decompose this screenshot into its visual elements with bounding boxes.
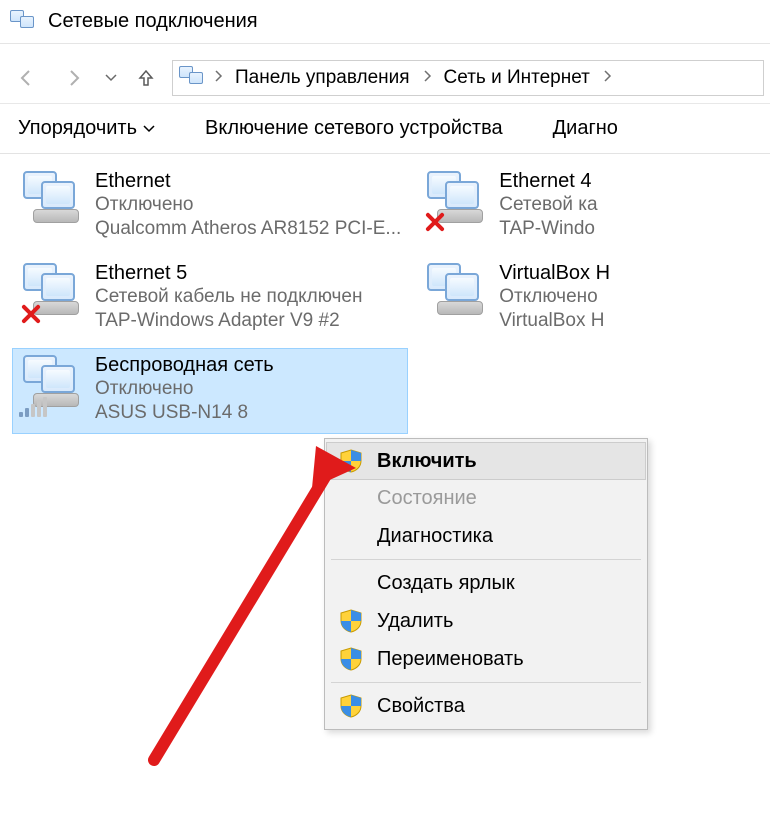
chevron-right-icon[interactable]	[422, 69, 432, 86]
connection-status: Сетевой кабель не подключен	[95, 285, 362, 309]
menu-item-properties[interactable]: Свойства	[327, 687, 645, 725]
uac-shield-icon	[333, 449, 369, 473]
adapter-icon	[19, 261, 83, 325]
menu-item-label: Создать ярлык	[377, 572, 515, 595]
breadcrumb-control-panel[interactable]: Панель управления	[229, 67, 416, 89]
adapter-icon	[19, 169, 83, 233]
menu-item-diagnose[interactable]: Диагностика	[327, 517, 645, 555]
adapter-icon	[423, 261, 487, 325]
menu-item-create-shortcut[interactable]: Создать ярлык	[327, 564, 645, 602]
diagnose-label: Диагно	[553, 117, 618, 140]
connection-status: Сетевой ка	[499, 193, 597, 217]
uac-shield-icon	[333, 609, 369, 633]
organize-label: Упорядочить	[18, 117, 137, 140]
uac-shield-icon	[333, 647, 369, 671]
adapter-icon	[423, 169, 487, 233]
title-bar: Сетевые подключения	[0, 0, 770, 44]
context-menu: Включить Состояние Диагностика Создать я…	[324, 438, 648, 730]
connection-item-wireless[interactable]: Беспроводная сеть Отключено ASUS USB-N14…	[12, 348, 408, 434]
menu-separator	[331, 559, 641, 560]
connection-device: TAP-Windo	[499, 217, 597, 241]
connection-device: ASUS USB-N14 8	[95, 401, 274, 425]
menu-item-label: Удалить	[377, 610, 453, 633]
connection-status: Отключено	[95, 193, 401, 217]
disconnected-x-icon	[19, 303, 41, 325]
up-button[interactable]	[128, 60, 164, 96]
chevron-right-icon[interactable]	[213, 69, 223, 86]
connection-name: Ethernet 5	[95, 261, 362, 285]
menu-item-status: Состояние	[327, 479, 645, 517]
connection-item-virtualbox[interactable]: VirtualBox H Отключено VirtualBox H	[416, 256, 758, 342]
connection-item-ethernet[interactable]: Ethernet Отключено Qualcomm Atheros AR81…	[12, 164, 408, 250]
menu-item-label: Состояние	[377, 487, 477, 510]
breadcrumb-network-internet[interactable]: Сеть и Интернет	[438, 67, 596, 89]
address-bar-icon	[179, 66, 207, 90]
connection-item-ethernet5[interactable]: Ethernet 5 Сетевой кабель не подключен T…	[12, 256, 408, 342]
connection-name: Ethernet 4	[499, 169, 597, 193]
connection-name: Беспроводная сеть	[95, 353, 274, 377]
disconnected-x-icon	[423, 211, 445, 233]
uac-shield-icon	[333, 694, 369, 718]
navigation-bar: Панель управления Сеть и Интернет	[0, 52, 770, 104]
menu-item-label: Включить	[377, 450, 477, 473]
connection-device: Qualcomm Atheros AR8152 PCI-E...	[95, 217, 401, 241]
command-toolbar: Упорядочить Включение сетевого устройств…	[0, 104, 770, 154]
chevron-right-icon[interactable]	[602, 69, 612, 86]
window-title: Сетевые подключения	[48, 10, 258, 33]
connection-status: Отключено	[499, 285, 610, 309]
enable-device-button[interactable]: Включение сетевого устройства	[205, 117, 503, 140]
menu-item-rename[interactable]: Переименовать	[327, 640, 645, 678]
back-button[interactable]	[6, 60, 46, 96]
connection-status: Отключено	[95, 377, 274, 401]
connection-name: VirtualBox H	[499, 261, 610, 285]
adapter-icon	[19, 353, 83, 417]
network-connections-icon	[10, 10, 38, 34]
menu-separator	[331, 682, 641, 683]
menu-item-label: Свойства	[377, 695, 465, 718]
organize-menu[interactable]: Упорядочить	[18, 117, 155, 140]
forward-button[interactable]	[54, 60, 94, 96]
connections-area: Ethernet Отключено Qualcomm Atheros AR81…	[0, 154, 770, 444]
connection-device: TAP-Windows Adapter V9 #2	[95, 309, 362, 333]
menu-item-label: Переименовать	[377, 648, 524, 671]
diagnose-button[interactable]: Диагно	[553, 117, 618, 140]
wifi-signal-icon	[19, 397, 47, 417]
menu-item-delete[interactable]: Удалить	[327, 602, 645, 640]
connection-name: Ethernet	[95, 169, 401, 193]
menu-item-label: Диагностика	[377, 525, 493, 548]
connection-item-ethernet4[interactable]: Ethernet 4 Сетевой ка TAP-Windo	[416, 164, 758, 250]
address-bar[interactable]: Панель управления Сеть и Интернет	[172, 60, 764, 96]
history-dropdown[interactable]	[102, 60, 120, 96]
enable-device-label: Включение сетевого устройства	[205, 117, 503, 140]
connection-device: VirtualBox H	[499, 309, 610, 333]
menu-item-enable[interactable]: Включить	[326, 442, 646, 480]
chevron-down-icon	[143, 125, 155, 133]
